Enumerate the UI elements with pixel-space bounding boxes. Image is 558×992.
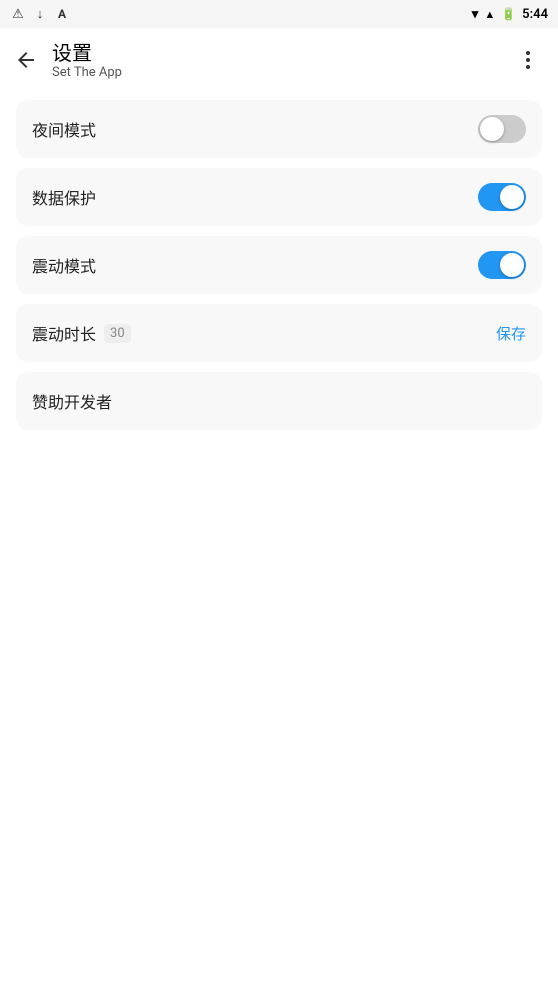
- clock: 5:44: [522, 7, 548, 22]
- signal-icon: ▲: [484, 8, 495, 21]
- battery-icon: 🔋: [501, 7, 516, 21]
- night-mode-row: 夜间模式: [16, 100, 542, 158]
- donate-row[interactable]: 赞助开发者: [16, 372, 542, 430]
- toggle-knob: [480, 117, 504, 141]
- vibration-duration-label: 震动时长: [32, 321, 96, 345]
- night-mode-label: 夜间模式: [32, 117, 96, 141]
- donate-label: 赞助开发者: [32, 389, 112, 413]
- overflow-menu-button[interactable]: [506, 38, 550, 82]
- data-protection-row: 数据保护: [16, 168, 542, 226]
- font-icon: [54, 6, 70, 22]
- vibration-duration-left: 震动时长 30: [32, 321, 131, 345]
- warning-icon: [10, 6, 26, 22]
- data-protection-toggle[interactable]: [478, 183, 526, 211]
- app-bar-subtitle: Set The App: [52, 65, 506, 80]
- more-vert-icon: [516, 48, 540, 72]
- app-bar: 设置 Set The App: [0, 28, 558, 92]
- save-button[interactable]: 保存: [496, 323, 526, 344]
- vibration-mode-row: 震动模式: [16, 236, 542, 294]
- back-button[interactable]: [4, 38, 48, 82]
- night-mode-toggle[interactable]: [478, 115, 526, 143]
- status-bar-right-icons: ▾ ▲ 🔋 5:44: [472, 7, 548, 22]
- data-protection-label: 数据保护: [32, 185, 96, 209]
- settings-content: 夜间模式 数据保护 震动模式 震动时长 30 保存 赞助开发者: [0, 92, 558, 438]
- app-bar-title-container: 设置 Set The App: [48, 41, 506, 80]
- status-bar-left-icons: [10, 6, 70, 22]
- download-icon: [32, 6, 48, 22]
- vibration-mode-toggle[interactable]: [478, 251, 526, 279]
- app-bar-title: 设置: [52, 41, 506, 65]
- vibration-duration-value[interactable]: 30: [104, 324, 131, 343]
- status-bar: ▾ ▲ 🔋 5:44: [0, 0, 558, 28]
- wifi-icon: ▾: [472, 7, 479, 22]
- back-arrow-icon: [14, 48, 38, 72]
- toggle-knob: [500, 253, 524, 277]
- vibration-duration-row: 震动时长 30 保存: [16, 304, 542, 362]
- toggle-knob: [500, 185, 524, 209]
- vibration-mode-label: 震动模式: [32, 253, 96, 277]
